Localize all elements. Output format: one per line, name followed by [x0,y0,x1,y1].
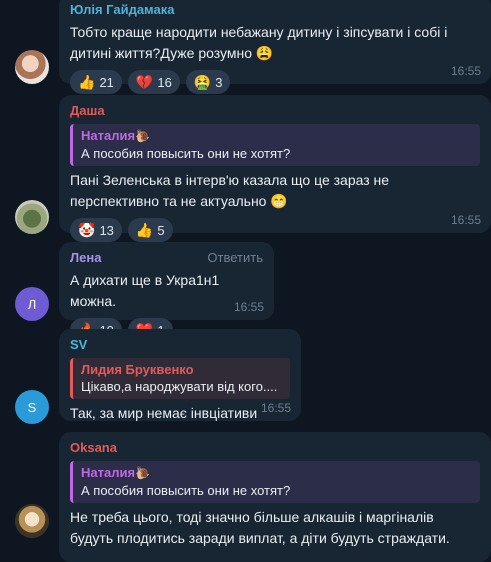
message-bubble[interactable]: Даша Наталия🐌 А пособия повысить они не … [59,95,491,242]
reaction-thumbs-up[interactable]: 👍 21 [70,70,122,94]
reply-button[interactable]: Ответить [207,250,263,265]
vomiting-face-icon: 🤮 [193,74,212,90]
quote-author: Наталия [81,465,136,480]
snail-icon: 🐌 [135,466,151,480]
reaction-count: 21 [99,74,114,90]
message-author[interactable]: SV [70,337,290,353]
message-author[interactable]: Юлія Гайдамака [70,2,480,18]
reaction-count: 13 [99,222,114,238]
reaction-thumbs-up[interactable]: 👍 5 [127,218,173,242]
broken-heart-icon: 💔 [135,74,154,90]
message-bubble[interactable]: Лена Ответить А дихати ще в Укра1н1 можн… [59,242,274,342]
reactions-row: 🤡 13 👍 5 [70,218,480,242]
quote-author: Лидия Бруквенко [81,362,194,377]
quote-text: А пособия повысить они не хотят? [81,483,291,498]
quote-text: А пособия повысить они не хотят? [81,146,291,161]
reaction-count: 16 [157,74,172,90]
reply-quote[interactable]: Лидия Бруквенко Цікаво,а народжувати від… [70,358,290,399]
message-time: 16:55 [260,401,291,415]
snail-icon: 🐌 [135,129,151,143]
message-bubble[interactable]: SV Лидия Бруквенко Цікаво,а народжувати … [59,329,301,421]
message-bubble[interactable]: Oksana Наталия🐌 А пособия повысить они н… [59,432,491,562]
reaction-count: 3 [215,74,223,90]
reaction-vomit[interactable]: 🤮 3 [185,70,231,94]
avatar[interactable] [15,504,49,538]
reply-quote[interactable]: Наталия🐌 А пособия повысить они не хотят… [70,124,480,166]
reaction-broken-heart[interactable]: 💔 16 [127,70,180,94]
avatar[interactable] [15,50,49,84]
reaction-count: 5 [157,222,165,238]
avatar[interactable]: S [15,390,49,424]
message-bubble[interactable]: Юлія Гайдамака Тобто краще народити неба… [59,0,491,94]
message-author[interactable]: Даша [70,103,480,119]
message-text: Тобто краще народити небажану дитину і з… [70,24,448,61]
message-time: 16:55 [450,64,481,78]
clown-face-icon: 🤡 [78,222,96,238]
thumbs-up-icon: 👍 [78,74,96,90]
message-time: 16:55 [233,300,264,314]
thumbs-up-icon: 👍 [135,222,154,238]
reaction-clown[interactable]: 🤡 13 [70,218,122,242]
message-text: Не треба цього, тоді значно більше алкаш… [70,509,450,546]
message-text: Так, за мир немає інвціативи [70,405,258,421]
message-time: 16:55 [450,213,481,227]
reactions-row: 👍 21 💔 16 🤮 3 [70,70,480,94]
avatar[interactable] [15,200,49,234]
message-author[interactable]: Oksana [70,440,480,456]
quote-author: Наталия [81,128,136,143]
avatar[interactable]: Л [15,287,49,321]
message-text: Пані Зеленська в інтерв'ю казала що це з… [70,172,390,209]
quote-text: Цікаво,а народжувати від кого.... [81,379,278,394]
reply-quote[interactable]: Наталия🐌 А пособия повысить они не хотят… [70,461,480,503]
